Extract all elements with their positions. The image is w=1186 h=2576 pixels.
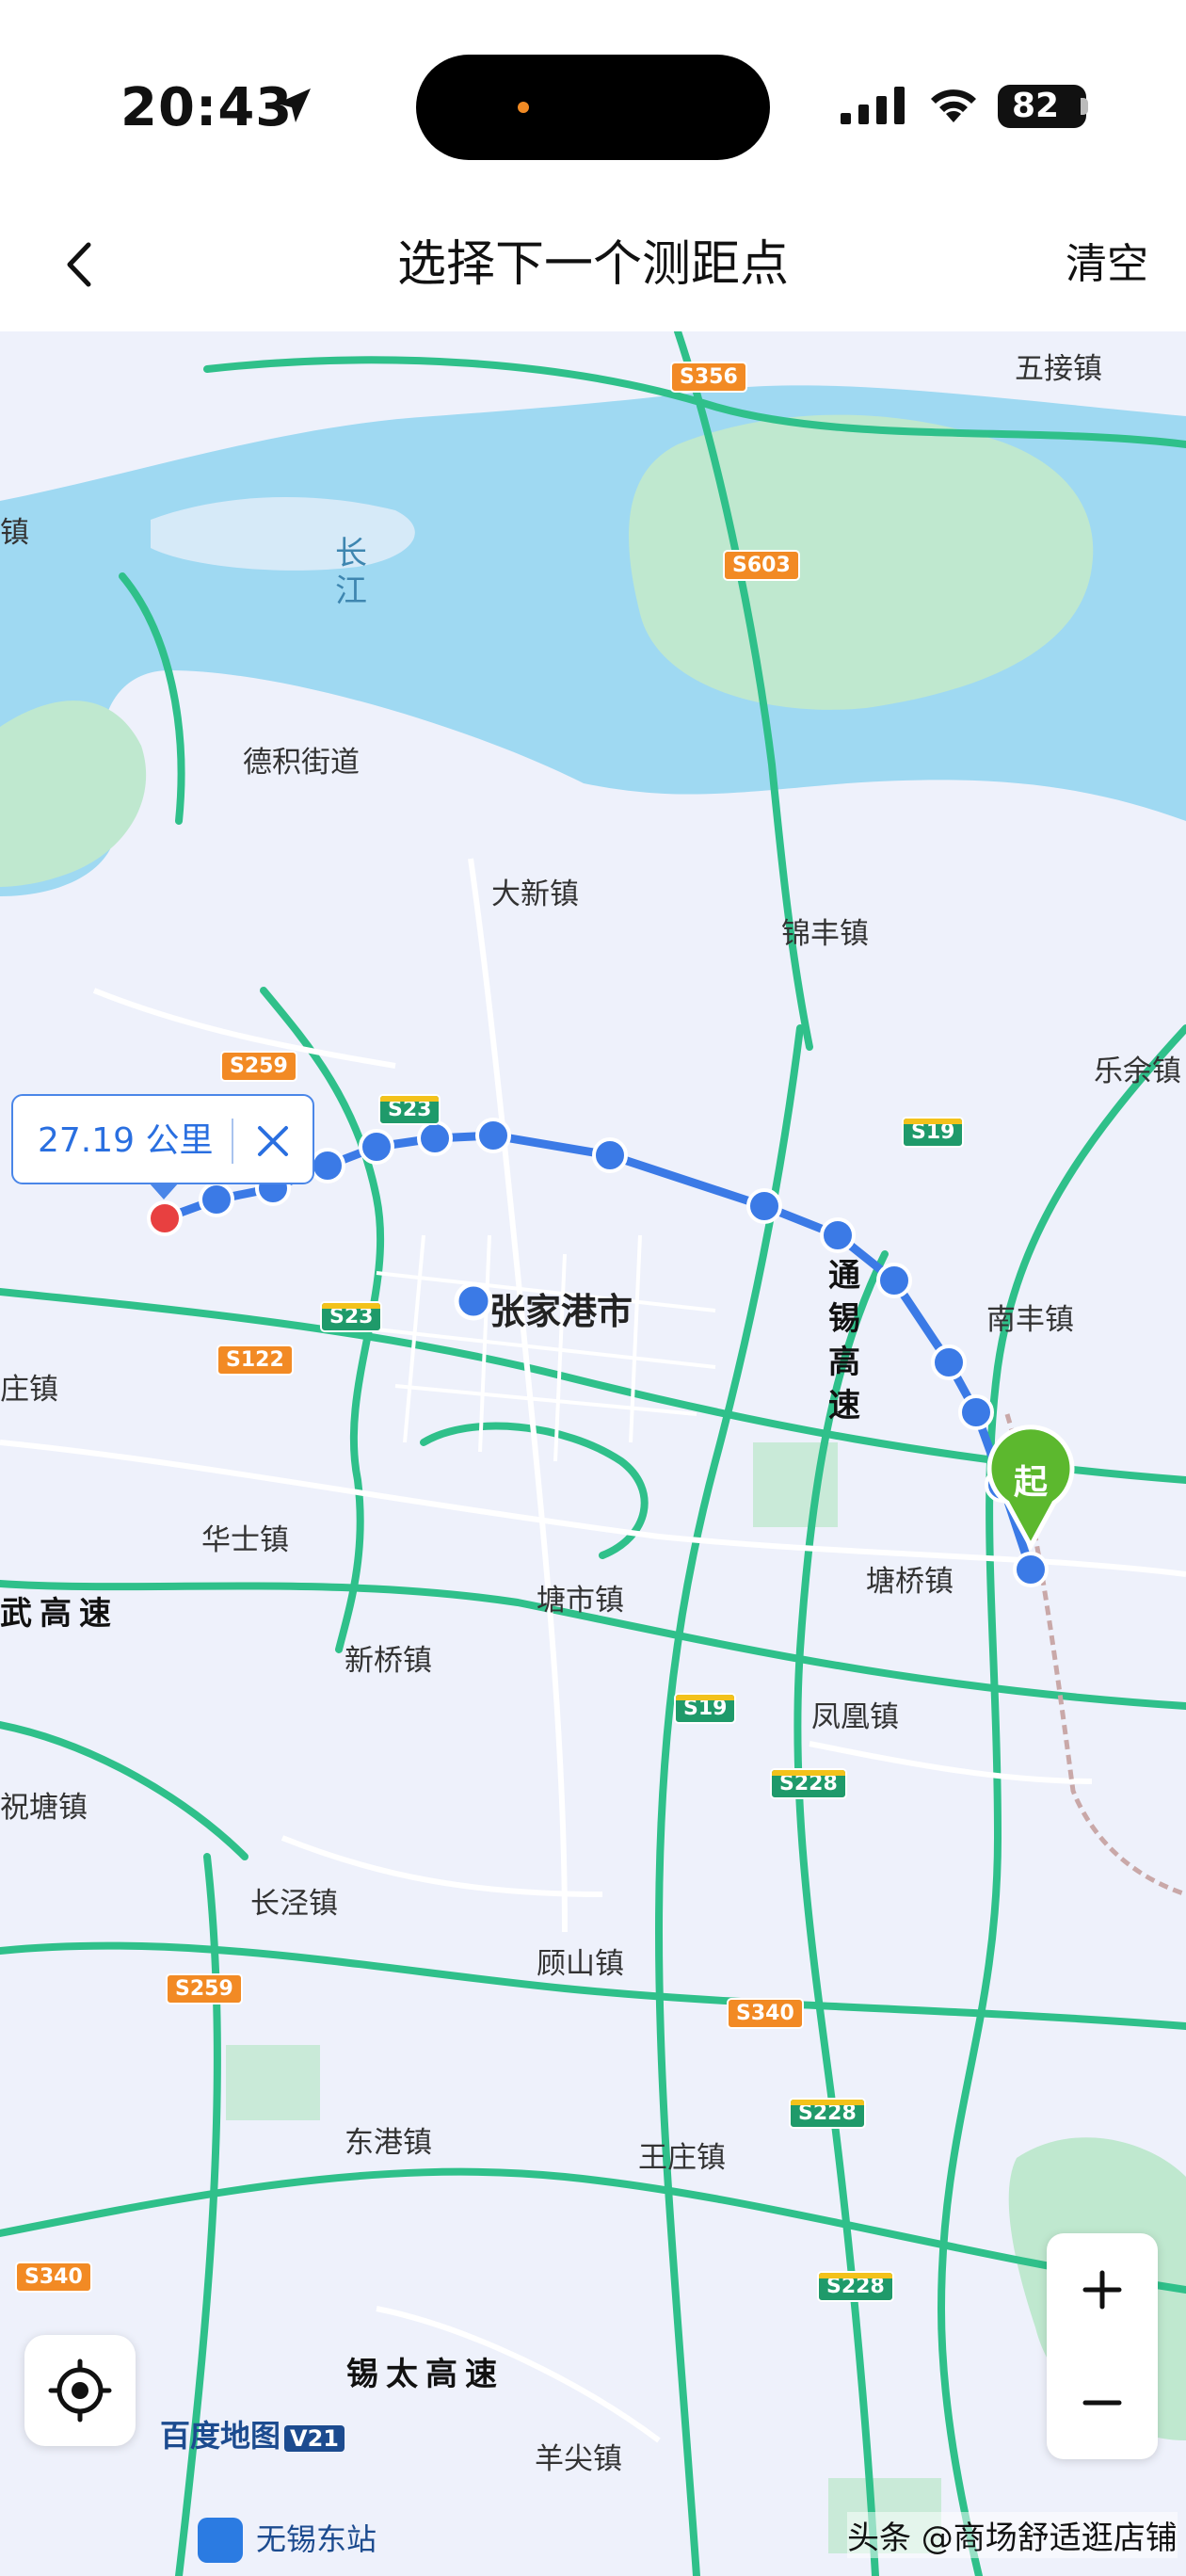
- status-bar: 20:43 82: [0, 0, 1186, 198]
- map-canvas: [0, 331, 1186, 2576]
- close-icon[interactable]: [245, 1113, 301, 1169]
- label-wangzhuang: 王庄镇: [638, 2141, 726, 2175]
- river-shoal: [151, 497, 415, 571]
- shield-s228-c: S228: [817, 2271, 894, 2302]
- distance-tooltip: 27.19 公里: [11, 1094, 314, 1184]
- label-donggang: 东港镇: [345, 2126, 432, 2160]
- zoom-out-button[interactable]: [1047, 2346, 1158, 2459]
- zoom-controls: [1047, 2233, 1158, 2459]
- current-location-dot: [454, 1281, 493, 1321]
- locate-me-button[interactable]: [24, 2335, 136, 2446]
- label-deji: 德积街道: [243, 746, 360, 780]
- clear-button[interactable]: 清空: [1066, 198, 1148, 331]
- minus-icon: [1082, 2400, 1122, 2406]
- park-2: [226, 2045, 320, 2120]
- brand-version: V21: [284, 2425, 345, 2452]
- label-tangqiao: 塘桥镇: [866, 1565, 954, 1599]
- measure-points: [199, 1118, 1049, 1587]
- battery-level: 82: [1011, 87, 1060, 125]
- location-arrow-icon: [277, 89, 311, 122]
- label-zhen: 镇: [0, 516, 29, 550]
- label-leyu: 乐余镇: [1094, 1055, 1181, 1088]
- distance-value: 27.19 公里: [38, 1121, 214, 1160]
- label-zhuang: 庄镇: [0, 1373, 58, 1407]
- watermark: 头条 @商场舒适逛店铺: [847, 2512, 1178, 2558]
- label-gushan: 顾山镇: [537, 1947, 624, 1981]
- shield-s228-a: S228: [770, 1768, 847, 1799]
- shield-s23-a: S23: [378, 1094, 441, 1125]
- label-fenghuang: 凤凰镇: [811, 1700, 899, 1734]
- label-tangshi: 塘市镇: [537, 1584, 624, 1618]
- zoom-in-button[interactable]: [1047, 2233, 1158, 2346]
- battery-cap: [1081, 98, 1088, 115]
- battery-indicator: 82: [998, 85, 1086, 128]
- label-huashi: 华士镇: [201, 1523, 289, 1557]
- label-xinqiao: 新桥镇: [345, 1644, 432, 1678]
- privacy-dot: [518, 102, 529, 113]
- map-view[interactable]: 起 五接镇 镇 长 江 德积街道 大新镇 锦丰镇 乐余镇 张家港市 通 锡 高 …: [0, 331, 1186, 2576]
- brand-name: 百度地图: [160, 2418, 281, 2454]
- shield-s356: S356: [670, 362, 747, 393]
- island-west: [0, 700, 147, 887]
- wifi-icon: [931, 89, 976, 122]
- label-changjing: 长泾镇: [250, 1887, 338, 1921]
- label-changjiang: 长 江: [335, 535, 367, 610]
- nav-bar: 选择下一个测距点 清空: [0, 198, 1186, 331]
- shield-s122: S122: [216, 1344, 294, 1376]
- shield-s23-b: S23: [320, 1301, 383, 1332]
- dynamic-island: [416, 55, 770, 160]
- shield-s340-a: S340: [727, 1998, 804, 2029]
- tooltip-divider: [232, 1119, 233, 1164]
- label-tongxi-highway: 通 锡 高 速: [828, 1257, 860, 1425]
- label-xitai-highway: 锡太高速: [346, 2356, 505, 2393]
- crosshair-icon: [48, 2359, 112, 2423]
- shield-s340-b: S340: [15, 2262, 92, 2293]
- train-station-icon: [198, 2518, 243, 2563]
- label-station: 无锡东站: [256, 2521, 377, 2557]
- label-wujie: 五接镇: [1015, 352, 1102, 386]
- cellular-signal-icon: [841, 87, 905, 124]
- label-zhangjiagang: 张家港市: [489, 1291, 633, 1332]
- label-nanfeng: 南丰镇: [986, 1303, 1074, 1337]
- label-daxin: 大新镇: [491, 877, 579, 911]
- label-yangjian: 羊尖镇: [535, 2442, 622, 2476]
- end-point: [147, 1200, 183, 1236]
- shield-s603: S603: [723, 550, 800, 581]
- shield-s259-b: S259: [166, 1973, 243, 2004]
- start-marker-label: 起: [1014, 1463, 1049, 1502]
- shield-s19-b: S19: [674, 1693, 737, 1724]
- shield-s259-a: S259: [220, 1051, 297, 1082]
- shield-s19-a: S19: [902, 1117, 965, 1148]
- label-wu-highway: 武高速: [0, 1595, 119, 1633]
- back-chevron-icon[interactable]: [47, 232, 113, 298]
- tooltip-tail: [149, 1183, 179, 1199]
- map-brand-logo: 百度地图 V21: [160, 2412, 345, 2455]
- status-time: 20:43: [120, 77, 294, 138]
- page-title: 选择下一个测距点: [396, 236, 789, 293]
- plus-icon: [1082, 2270, 1122, 2310]
- label-jinfeng: 锦丰镇: [781, 917, 869, 951]
- label-zhutang: 祝塘镇: [0, 1791, 88, 1825]
- shield-s228-b: S228: [789, 2098, 866, 2129]
